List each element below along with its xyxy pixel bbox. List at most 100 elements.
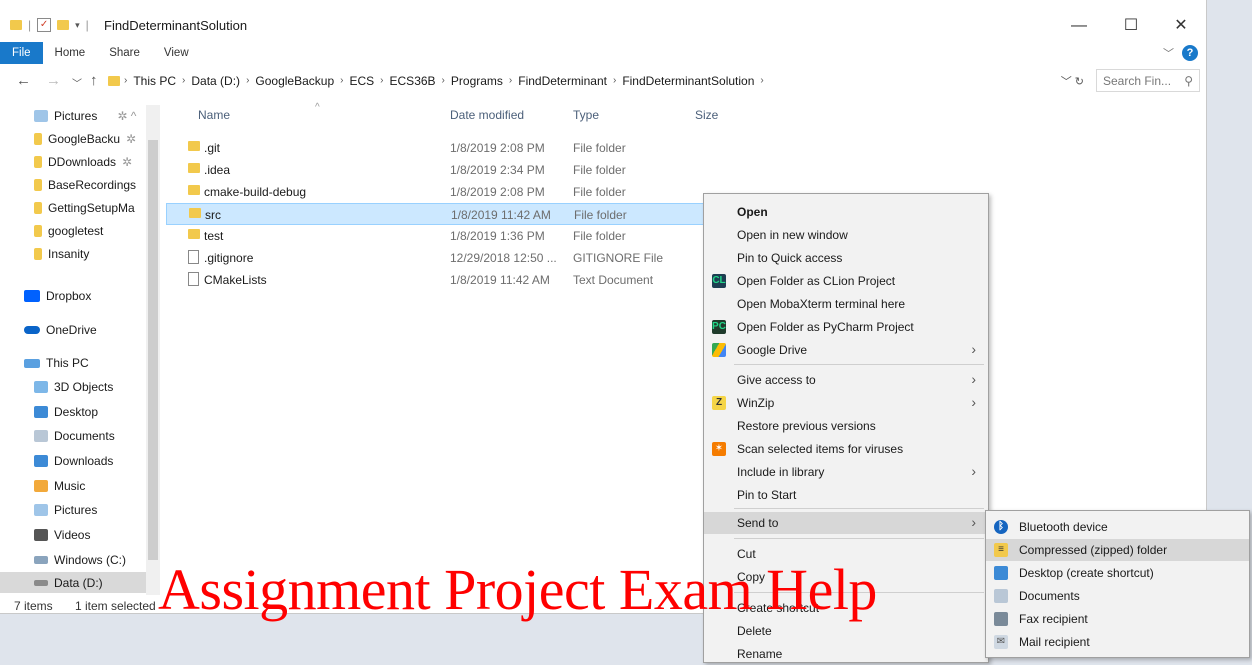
nav-item-videos[interactable]: Videos [34, 524, 90, 546]
menu-item-scan-viruses[interactable]: ✶ Scan selected items for viruses [704, 438, 988, 460]
maximize-button[interactable]: ☐ [1110, 14, 1152, 38]
nav-item-dropbox[interactable]: Dropbox [24, 285, 91, 307]
menu-item-winzip[interactable]: Z WinZip › [704, 392, 988, 414]
menu-item-include-library[interactable]: Include in library › [704, 461, 988, 483]
chevron-right-icon: › [971, 394, 976, 410]
back-arrow-icon[interactable]: ← [16, 72, 31, 89]
file-row-git[interactable]: .git 1/8/2019 2:08 PM File folder [166, 137, 706, 159]
close-button[interactable]: ✕ [1160, 14, 1202, 38]
minimize-button[interactable]: — [1058, 14, 1100, 38]
refresh-icon[interactable]: ﹀ ↻ [1061, 73, 1084, 89]
nav-item-ddownloads[interactable]: DDownloads ✲ [34, 151, 132, 173]
file-row-gitignore[interactable]: .gitignore 12/29/2018 12:50 ... GITIGNORE … [166, 247, 706, 269]
desktop-icon [34, 406, 48, 418]
toolbar-separator: | [28, 18, 32, 32]
file-row-cmakelists[interactable]: CMakeLists 1/8/2019 11:42 AM Text Document [166, 269, 706, 291]
customize-toolbar-icon[interactable]: ▾ [75, 20, 80, 31]
breadcrumb-ecs36b[interactable]: ECS36B [390, 74, 436, 88]
nav-item-this-pc[interactable]: This PC [24, 352, 89, 374]
nav-item-documents[interactable]: Documents [34, 425, 115, 447]
menu-item-open-new-window[interactable]: Open in new window [704, 224, 988, 246]
pycharm-icon: PC [712, 320, 726, 334]
search-icon: ⚲ [1184, 73, 1193, 88]
nav-item-pictures-pc[interactable]: Pictures [34, 499, 97, 521]
file-row-idea[interactable]: .idea 1/8/2019 2:34 PM File folder [166, 159, 706, 181]
menu-item-pin-start[interactable]: Pin to Start [704, 484, 988, 506]
menu-item-cut[interactable]: Cut [704, 543, 988, 565]
send-to-bluetooth[interactable]: ᛒ Bluetooth device [986, 516, 1249, 538]
breadcrumb-programs[interactable]: Programs [451, 74, 503, 88]
scrollbar-thumb[interactable] [148, 140, 158, 560]
send-to-desktop[interactable]: Desktop (create shortcut) [986, 562, 1249, 584]
breadcrumb-data-d[interactable]: Data (D:) [191, 74, 240, 88]
properties-icon[interactable]: ✓ [37, 18, 52, 32]
quick-access-toolbar: | ✓ ▾ | [10, 18, 89, 32]
menu-item-clion[interactable]: CL Open Folder as CLion Project [704, 270, 988, 292]
breadcrumb-ecs[interactable]: ECS [349, 74, 374, 88]
menu-item-create-shortcut[interactable]: Create shortcut [704, 597, 988, 619]
chevron-right-icon: › [971, 341, 976, 357]
tab-share[interactable]: Share [97, 42, 152, 64]
search-input[interactable]: Search Fin... ⚲ [1096, 69, 1200, 92]
address-bar[interactable]: › This PC › Data (D:) › GoogleBackup › E… [108, 69, 1088, 92]
menu-separator [734, 364, 984, 365]
breadcrumb-googlebackup[interactable]: GoogleBackup [255, 74, 334, 88]
folder-icon [188, 163, 200, 173]
google-drive-icon [712, 343, 726, 357]
menu-item-send-to[interactable]: Send to › [704, 512, 988, 534]
menu-item-pycharm[interactable]: PC Open Folder as PyCharm Project [704, 316, 988, 338]
column-size[interactable]: Size [695, 108, 718, 122]
nav-item-onedrive[interactable]: OneDrive [24, 319, 97, 341]
tab-home[interactable]: Home [43, 42, 98, 64]
nav-item-music[interactable]: Music [34, 475, 85, 497]
menu-item-mobaxterm[interactable]: Open MobaXterm terminal here [704, 293, 988, 315]
column-type[interactable]: Type [573, 108, 599, 122]
nav-item-googletest[interactable]: googletest [34, 220, 103, 242]
send-to-documents[interactable]: Documents [986, 585, 1249, 607]
send-to-fax[interactable]: Fax recipient [986, 608, 1249, 630]
menu-item-copy[interactable]: Copy [704, 566, 988, 588]
send-to-submenu: ᛒ Bluetooth device ≡ Compressed (zipped) f… [985, 510, 1250, 658]
file-row-cmake-build-debug[interactable]: cmake-build-debug 1/8/2019 2:08 PM File fo… [166, 181, 706, 203]
nav-item-pictures[interactable]: Pictures ✲ ^ [34, 105, 136, 127]
menu-item-pin-quick-access[interactable]: Pin to Quick access [704, 247, 988, 269]
toolbar-separator: | [85, 18, 89, 32]
nav-item-downloads[interactable]: Downloads [34, 450, 113, 472]
column-date-modified[interactable]: Date modified [450, 108, 524, 122]
menu-item-google-drive[interactable]: Google Drive › [704, 339, 988, 361]
nav-item-insanity[interactable]: Insanity [34, 243, 89, 265]
recent-locations-icon[interactable]: ﹀ [72, 75, 82, 90]
file-row-test[interactable]: test 1/8/2019 1:36 PM File folder [166, 225, 706, 247]
nav-item-baserecordings[interactable]: BaseRecordings [34, 174, 136, 196]
breadcrumb-finddeterminantsolution[interactable]: FindDeterminantSolution [622, 74, 754, 88]
help-icon[interactable]: ? [1182, 45, 1198, 61]
nav-item-gettingsetup[interactable]: GettingSetupMa [34, 197, 135, 219]
expand-ribbon-icon[interactable]: ﹀ [1163, 45, 1174, 61]
nav-item-googlebackup[interactable]: GoogleBacku ✲ [34, 128, 136, 150]
menu-item-restore-versions[interactable]: Restore previous versions [704, 415, 988, 437]
up-arrow-icon[interactable]: ↑ [90, 72, 98, 89]
breadcrumb-finddeterminant[interactable]: FindDeterminant [518, 74, 607, 88]
breadcrumb-this-pc[interactable]: This PC [133, 74, 176, 88]
forward-arrow-icon[interactable]: → [46, 72, 61, 89]
send-to-mail[interactable]: ✉ Mail recipient [986, 631, 1249, 653]
nav-scrollbar[interactable] [146, 105, 160, 595]
nav-item-3d-objects[interactable]: 3D Objects [34, 376, 113, 398]
send-to-compressed-folder[interactable]: ≡ Compressed (zipped) folder [986, 539, 1249, 561]
new-folder-icon[interactable] [57, 20, 70, 30]
nav-item-windows-c[interactable]: Windows (C:) [34, 549, 126, 571]
tab-file[interactable]: File [0, 42, 43, 64]
menu-item-open[interactable]: Open [704, 201, 988, 223]
menu-item-give-access[interactable]: Give access to › [704, 369, 988, 391]
nav-item-desktop[interactable]: Desktop [34, 401, 98, 423]
file-row-src[interactable]: src 1/8/2019 11:42 AM File folder [166, 203, 706, 225]
chevron-right-icon: › [971, 463, 976, 479]
title-bar: | ✓ ▾ | FindDeterminantSolution — ☐ ✕ [0, 10, 1206, 42]
navigation-pane: Pictures ✲ ^ GoogleBacku ✲ DDownloads ✲ Bas… [0, 103, 160, 593]
menu-item-delete[interactable]: Delete [704, 620, 988, 642]
column-name[interactable]: Name [198, 108, 230, 122]
menu-item-rename[interactable]: Rename [704, 643, 988, 665]
tab-view[interactable]: View [152, 42, 201, 64]
sort-ascending-icon: ^ [315, 102, 320, 113]
nav-item-data-d[interactable]: Data (D:) [0, 572, 146, 593]
